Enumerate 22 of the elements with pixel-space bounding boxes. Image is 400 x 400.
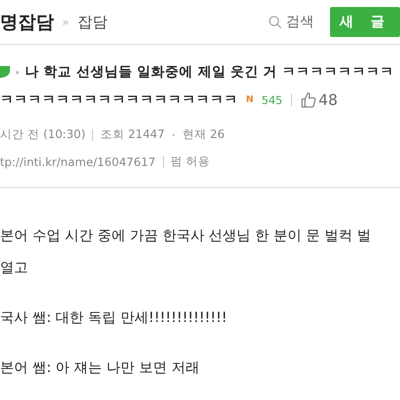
post-url[interactable]: tp://inti.kr/name/16047617 <box>0 154 156 168</box>
new-label: N <box>246 95 254 105</box>
search-icon <box>268 15 282 29</box>
thumbs-up-icon <box>300 92 316 108</box>
leaf-icon <box>0 66 10 78</box>
body-text: 본어 수업 시간 중에 가끔 한국사 선생님 한 분이 문 벌컥 벌 <box>0 227 372 246</box>
view-count: 조회 21447 <box>100 127 165 142</box>
board-title: 명잡담 <box>0 11 54 34</box>
like-button[interactable]: 48 <box>300 91 338 109</box>
comment-count: 545 <box>262 94 283 106</box>
body-text: 국사 쌤: 대한 독립 만세!!!!!!!!!!!!!! <box>0 309 228 328</box>
body-text: 열고 <box>0 259 29 278</box>
post-title: 나 학교 선생님들 일화중에 제일 웃긴 거 ㅋㅋㅋㅋㅋㅋㅋㅋ <box>25 63 394 81</box>
post-time: 시간 전 (10:30) <box>0 127 86 142</box>
share-permission: 펌 허용 <box>170 154 210 169</box>
breadcrumb-separator: » <box>62 15 70 29</box>
meta-separator: · <box>172 128 176 142</box>
current-viewers: 현재 26 <box>182 127 225 142</box>
search-button[interactable]: 검색 <box>268 13 314 31</box>
body-text: 본어 쌤: 아 쟤는 나만 보면 저래 <box>0 359 200 378</box>
post-title: ㅋㅋㅋㅋㅋㅋㅋㅋㅋㅋㅋㅋㅋㅋㅋㅋㅋ <box>0 91 238 109</box>
category-link[interactable]: 잡담 <box>77 12 108 32</box>
